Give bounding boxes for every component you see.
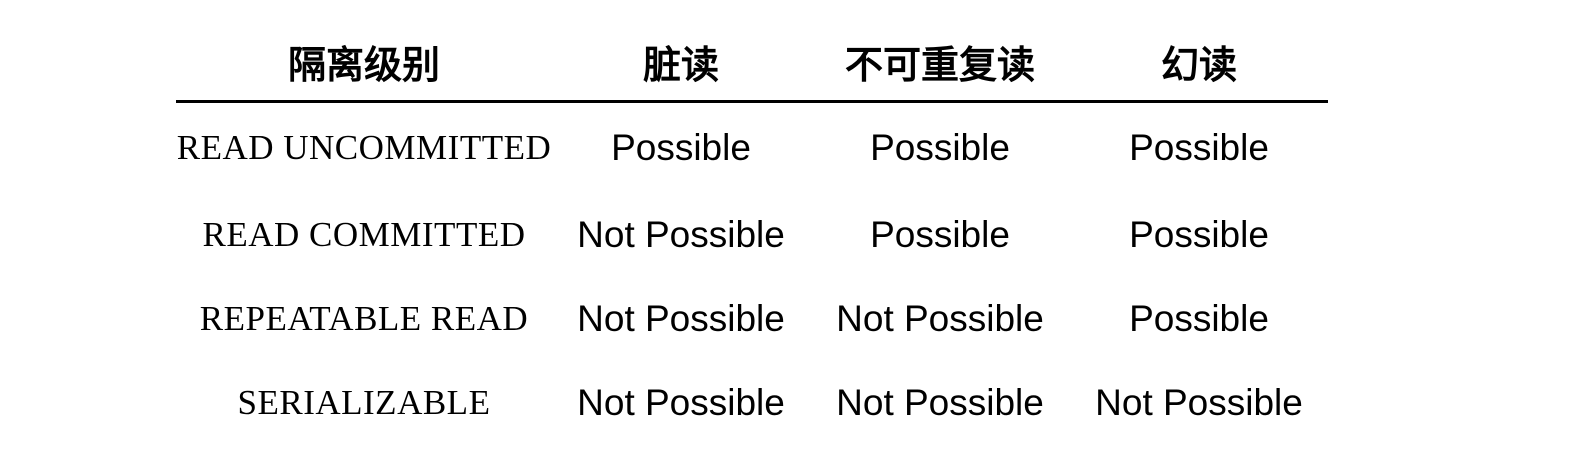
phantom-read-cell: Not Possible [1095,382,1303,423]
header-non-repeatable-read: 不可重复读 [810,22,1070,103]
header-row: 隔离级别 脏读 不可重复读 幻读 [176,22,1328,103]
non-repeatable-read-cell: Possible [870,214,1010,255]
phantom-read-cell: Possible [1129,298,1269,339]
isolation-level-cell: REPEATABLE READ [199,299,529,338]
isolation-level-cell: READ COMMITTED [202,215,526,254]
dirty-read-cell: Not Possible [577,214,785,255]
dirty-read-cell: Not Possible [577,298,785,339]
header-phantom-read: 幻读 [1070,22,1328,103]
table-row: READ COMMITTED Not Possible Possible Pos… [176,193,1328,277]
non-repeatable-read-cell: Possible [870,127,1010,168]
dirty-read-cell: Not Possible [577,382,785,423]
isolation-level-table-container: 隔离级别 脏读 不可重复读 幻读 READ UNCOMMITTED Possib… [176,22,1328,445]
header-dirty-read: 脏读 [552,22,810,103]
table-body: READ UNCOMMITTED Possible Possible Possi… [176,102,1328,446]
table-header: 隔离级别 脏读 不可重复读 幻读 [176,22,1328,103]
phantom-read-cell: Possible [1129,127,1269,168]
phantom-read-cell: Possible [1129,214,1269,255]
dirty-read-cell: Possible [611,127,751,168]
table-row: REPEATABLE READ Not Possible Not Possibl… [176,277,1328,361]
non-repeatable-read-cell: Not Possible [836,298,1044,339]
table-row: SERIALIZABLE Not Possible Not Possible N… [176,361,1328,445]
isolation-level-cell: READ UNCOMMITTED [176,128,552,167]
isolation-level-table: 隔离级别 脏读 不可重复读 幻读 READ UNCOMMITTED Possib… [176,22,1328,445]
non-repeatable-read-cell: Not Possible [836,382,1044,423]
table-row: READ UNCOMMITTED Possible Possible Possi… [176,102,1328,194]
isolation-level-cell: SERIALIZABLE [237,383,491,422]
header-isolation-level: 隔离级别 [176,22,552,103]
